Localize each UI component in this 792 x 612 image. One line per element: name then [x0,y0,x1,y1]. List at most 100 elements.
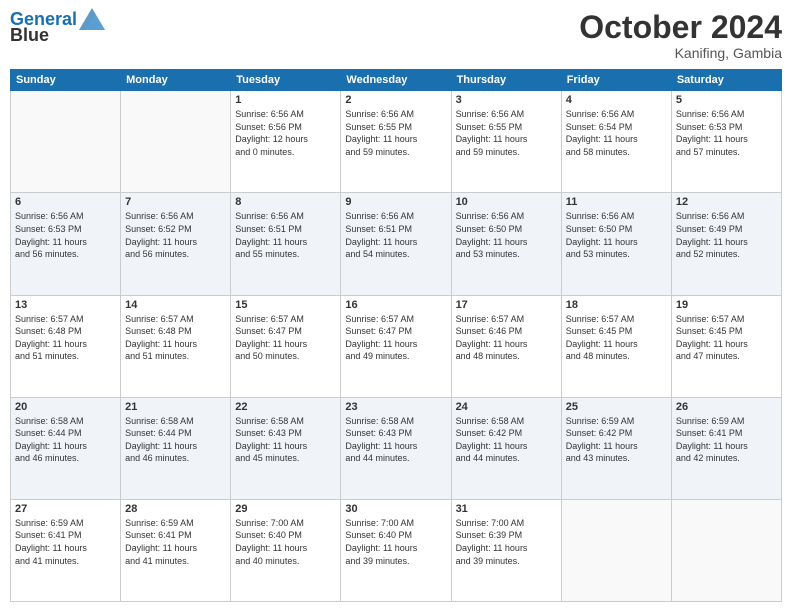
table-row: 24 Sunrise: 6:58 AMSunset: 6:42 PMDayligh… [451,397,561,499]
day-info: Sunrise: 6:57 AMSunset: 6:47 PMDaylight:… [235,313,336,363]
calendar-week-row: 27Sunrise: 6:59 AMSunset: 6:41 PMDayligh… [11,499,782,601]
day-number: 6 [15,196,116,208]
table-row: 11 Sunrise: 6:56 AMSunset: 6:50 PMDayligh… [561,193,671,295]
table-row: 21Sunrise: 6:58 AMSunset: 6:44 PMDayligh… [121,397,231,499]
table-row: 20Sunrise: 6:58 AMSunset: 6:44 PMDayligh… [11,397,121,499]
day-info: Sunrise: 6:57 AMSunset: 6:48 PMDaylight:… [125,313,226,363]
day-info: Sunrise: 6:56 AMSunset: 6:50 PMDaylight:… [456,210,557,260]
day-info: Sunrise: 6:58 AMSunset: 6:42 PMDaylight:… [456,415,557,465]
logo-icon [79,8,105,30]
table-row: 23 Sunrise: 6:58 AMSunset: 6:43 PMDayligh… [341,397,451,499]
table-row: 27Sunrise: 6:59 AMSunset: 6:41 PMDayligh… [11,499,121,601]
day-info: Sunrise: 6:57 AMSunset: 6:45 PMDaylight:… [676,313,777,363]
day-info: Sunrise: 6:57 AMSunset: 6:46 PMDaylight:… [456,313,557,363]
table-row: 6 Sunrise: 6:56 AMSunset: 6:53 PMDaylight… [11,193,121,295]
table-row: 9 Sunrise: 6:56 AMSunset: 6:51 PMDaylight… [341,193,451,295]
table-row: 14Sunrise: 6:57 AMSunset: 6:48 PMDayligh… [121,295,231,397]
day-info: Sunrise: 6:56 AMSunset: 6:49 PMDaylight:… [676,210,777,260]
day-info: Sunrise: 7:00 AMSunset: 6:39 PMDaylight:… [456,517,557,567]
table-row: 3 Sunrise: 6:56 AMSunset: 6:55 PMDaylight… [451,91,561,193]
day-number: 7 [125,196,226,208]
calendar-week-row: 6 Sunrise: 6:56 AMSunset: 6:53 PMDaylight… [11,193,782,295]
day-number: 17 [456,299,557,311]
day-number: 23 [345,401,446,413]
table-row: 1 Sunrise: 6:56 AMSunset: 6:56 PMDaylight… [231,91,341,193]
location: Kanifing, Gambia [579,45,782,61]
col-saturday: Saturday [671,70,781,91]
day-info: Sunrise: 6:58 AMSunset: 6:43 PMDaylight:… [235,415,336,465]
table-row: 16 Sunrise: 6:57 AMSunset: 6:47 PMDayligh… [341,295,451,397]
table-row: 15 Sunrise: 6:57 AMSunset: 6:47 PMDayligh… [231,295,341,397]
table-row: 29 Sunrise: 7:00 AMSunset: 6:40 PMDayligh… [231,499,341,601]
day-info: Sunrise: 7:00 AMSunset: 6:40 PMDaylight:… [345,517,446,567]
table-row: 18 Sunrise: 6:57 AMSunset: 6:45 PMDayligh… [561,295,671,397]
day-info: Sunrise: 6:59 AMSunset: 6:41 PMDaylight:… [125,517,226,567]
day-number: 2 [345,94,446,106]
day-number: 20 [15,401,116,413]
col-friday: Friday [561,70,671,91]
day-number: 29 [235,503,336,515]
day-info: Sunrise: 6:59 AMSunset: 6:41 PMDaylight:… [15,517,116,567]
table-row [561,499,671,601]
table-row: 10 Sunrise: 6:56 AMSunset: 6:50 PMDayligh… [451,193,561,295]
day-info: Sunrise: 6:56 AMSunset: 6:50 PMDaylight:… [566,210,667,260]
day-info: Sunrise: 6:59 AMSunset: 6:41 PMDaylight:… [676,415,777,465]
day-number: 15 [235,299,336,311]
day-number: 13 [15,299,116,311]
day-number: 26 [676,401,777,413]
day-info: Sunrise: 7:00 AMSunset: 6:40 PMDaylight:… [235,517,336,567]
day-number: 22 [235,401,336,413]
day-info: Sunrise: 6:58 AMSunset: 6:43 PMDaylight:… [345,415,446,465]
table-row [671,499,781,601]
day-number: 16 [345,299,446,311]
day-number: 5 [676,94,777,106]
day-number: 25 [566,401,667,413]
day-info: Sunrise: 6:59 AMSunset: 6:42 PMDaylight:… [566,415,667,465]
table-row: 17 Sunrise: 6:57 AMSunset: 6:46 PMDayligh… [451,295,561,397]
table-row: 8 Sunrise: 6:56 AMSunset: 6:51 PMDaylight… [231,193,341,295]
table-row: 13 Sunrise: 6:57 AMSunset: 6:48 PMDayligh… [11,295,121,397]
table-row: 26 Sunrise: 6:59 AMSunset: 6:41 PMDayligh… [671,397,781,499]
day-number: 1 [235,94,336,106]
day-number: 10 [456,196,557,208]
logo-text: General Blue [10,10,105,46]
day-info: Sunrise: 6:57 AMSunset: 6:48 PMDaylight:… [15,313,116,363]
day-number: 18 [566,299,667,311]
day-info: Sunrise: 6:56 AMSunset: 6:54 PMDaylight:… [566,108,667,158]
day-number: 19 [676,299,777,311]
day-info: Sunrise: 6:56 AMSunset: 6:56 PMDaylight:… [235,108,336,158]
table-row [11,91,121,193]
table-row: 2Sunrise: 6:56 AMSunset: 6:55 PMDaylight… [341,91,451,193]
day-number: 11 [566,196,667,208]
table-row: 7 Sunrise: 6:56 AMSunset: 6:52 PMDaylight… [121,193,231,295]
day-number: 3 [456,94,557,106]
table-row: 5Sunrise: 6:56 AMSunset: 6:53 PMDaylight… [671,91,781,193]
col-tuesday: Tuesday [231,70,341,91]
col-thursday: Thursday [451,70,561,91]
day-number: 28 [125,503,226,515]
title-area: October 2024 Kanifing, Gambia [579,10,782,61]
day-info: Sunrise: 6:56 AMSunset: 6:51 PMDaylight:… [235,210,336,260]
day-number: 24 [456,401,557,413]
day-info: Sunrise: 6:58 AMSunset: 6:44 PMDaylight:… [125,415,226,465]
day-info: Sunrise: 6:57 AMSunset: 6:47 PMDaylight:… [345,313,446,363]
day-number: 30 [345,503,446,515]
day-number: 9 [345,196,446,208]
col-wednesday: Wednesday [341,70,451,91]
day-number: 12 [676,196,777,208]
page: General Blue October 2024 Kanifing, Gamb… [0,0,792,612]
day-number: 4 [566,94,667,106]
table-row: 22 Sunrise: 6:58 AMSunset: 6:43 PMDayligh… [231,397,341,499]
day-info: Sunrise: 6:56 AMSunset: 6:51 PMDaylight:… [345,210,446,260]
day-info: Sunrise: 6:57 AMSunset: 6:45 PMDaylight:… [566,313,667,363]
day-info: Sunrise: 6:56 AMSunset: 6:55 PMDaylight:… [456,108,557,158]
table-row: 28 Sunrise: 6:59 AMSunset: 6:41 PMDayligh… [121,499,231,601]
table-row: 12 Sunrise: 6:56 AMSunset: 6:49 PMDayligh… [671,193,781,295]
day-info: Sunrise: 6:56 AMSunset: 6:53 PMDaylight:… [15,210,116,260]
logo: General Blue [10,10,105,46]
header: General Blue October 2024 Kanifing, Gamb… [10,10,782,61]
calendar-table: Sunday Monday Tuesday Wednesday Thursday… [10,69,782,602]
calendar-week-row: 20 Sunrise: 6:58 AMSunset: 6:44 PMDayligh… [11,397,782,499]
day-number: 8 [235,196,336,208]
day-info: Sunrise: 6:56 AMSunset: 6:52 PMDaylight:… [125,210,226,260]
